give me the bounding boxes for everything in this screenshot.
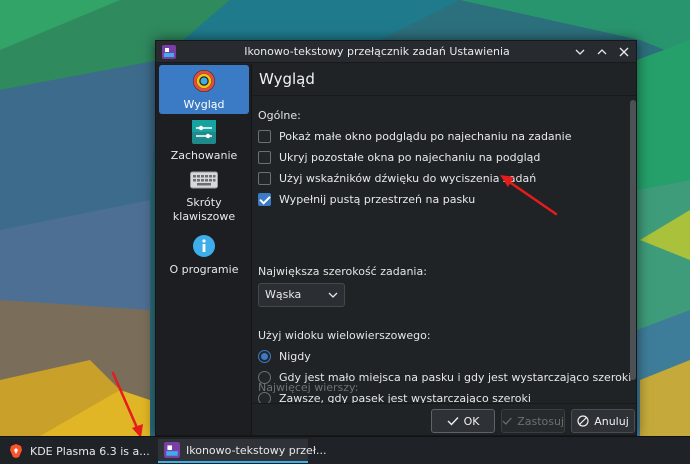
checkbox-show-preview[interactable]: Pokaż małe okno podglądu po najechaniu n… [258, 128, 571, 144]
sidebar-item-label: O programie [169, 263, 239, 276]
cancel-button[interactable]: Anuluj [571, 409, 635, 433]
checkbox-audio-indicators[interactable]: Użyj wskaźników dźwięku do wyciszenia za… [258, 170, 536, 186]
chevron-down-icon [575, 49, 585, 55]
ok-button[interactable]: OK [431, 409, 495, 433]
maximize-button[interactable] [594, 44, 610, 60]
select-value: Wąska [265, 288, 302, 301]
sidebar-item-wyglad[interactable]: Wygląd [159, 65, 249, 114]
minimize-button[interactable] [572, 44, 588, 60]
checkbox-fill-space[interactable]: Wypełnij pustą przestrzeń na pasku [258, 191, 475, 207]
radio-button[interactable] [258, 349, 271, 363]
app-icon [162, 45, 176, 59]
ok-label: OK [463, 414, 480, 428]
max-width-select[interactable]: Wąska [258, 283, 345, 307]
task-label: KDE Plasma 6.3 is a... [30, 444, 150, 458]
keyboard-icon [190, 171, 218, 189]
radio-never[interactable]: Nigdy [258, 348, 311, 364]
check-icon [447, 417, 459, 426]
radio-label: Nigdy [279, 349, 311, 363]
checkbox-hide-windows[interactable]: Ukryj pozostałe okna po najechaniu na po… [258, 149, 540, 165]
scrollbar-thumb[interactable] [630, 100, 636, 380]
max-width-label: Największa szerokość zadania: [258, 265, 427, 278]
task-label: Ikonowo-tekstowy przeł... [186, 443, 327, 457]
cancel-label: Anuluj [594, 414, 629, 428]
sidebar-item-zachowanie[interactable]: Zachowanie [159, 120, 249, 164]
settings-window: Ikonowo-tekstowy przełącznik zadań Ustaw… [155, 40, 637, 436]
apply-button[interactable]: Zastosuj [501, 409, 565, 433]
apply-label: Zastosuj [517, 414, 564, 428]
close-button[interactable] [616, 44, 632, 60]
page-title: Wygląd [259, 70, 315, 88]
sidebar-item-o-programie[interactable]: O programie [159, 234, 249, 278]
checkbox-label: Pokaż małe okno podglądu po najechaniu n… [279, 129, 572, 143]
info-icon [193, 235, 215, 257]
chevron-down-icon [328, 292, 338, 298]
content-scrollbar[interactable] [629, 97, 637, 403]
max-rows-label: Najwięcej wierszy: [258, 381, 359, 394]
multirow-label: Użyj widoku wielowierszowego: [258, 329, 431, 342]
dialog-footer: OK Zastosuj Anuluj [253, 403, 636, 437]
chevron-up-icon [597, 49, 607, 55]
window-titlebar[interactable]: Ikonowo-tekstowy przełącznik zadań Ustaw… [156, 41, 636, 63]
checkbox[interactable] [258, 150, 271, 164]
check-icon [502, 417, 512, 425]
task-settings-window[interactable]: Ikonowo-tekstowy przeł... [158, 439, 326, 463]
checkbox-label: Wypełnij pustą przestrzeń na pasku [279, 192, 476, 206]
palette-icon [193, 70, 215, 92]
close-icon [619, 47, 629, 57]
settings-content: Ogólne: Pokaż małe okno podglądu po naje… [253, 97, 636, 403]
sidebar-item-skroty[interactable]: Skróty klawiszowe [159, 170, 249, 228]
sidebar-item-label: Skróty klawiszowe [172, 196, 236, 223]
sidebar-item-label: Zachowanie [170, 149, 238, 162]
window-title: Ikonowo-tekstowy przełącznik zadań Ustaw… [244, 45, 510, 58]
checkbox[interactable] [258, 192, 271, 206]
checkbox-label: Ukryj pozostałe okna po najechaniu na po… [279, 150, 541, 164]
sliders-icon [192, 120, 216, 144]
general-label: Ogólne: [258, 109, 301, 122]
task-browser[interactable]: KDE Plasma 6.3 is a... [2, 439, 169, 463]
settings-sidebar: Wygląd Zachowanie Skróty klawiszowe O pr… [156, 64, 252, 435]
checkbox-label: Użyj wskaźników dźwięku do wyciszenia za… [279, 171, 537, 185]
sidebar-item-label: Wygląd [183, 98, 225, 111]
page-header: Wygląd [253, 64, 636, 96]
checkbox[interactable] [258, 171, 271, 185]
checkbox[interactable] [258, 129, 271, 143]
taskbar: KDE Plasma 6.3 is a... Ikonowo-tekstowy … [0, 436, 690, 464]
cancel-icon [577, 415, 589, 427]
app-icon [164, 442, 180, 458]
brave-icon [10, 444, 22, 458]
